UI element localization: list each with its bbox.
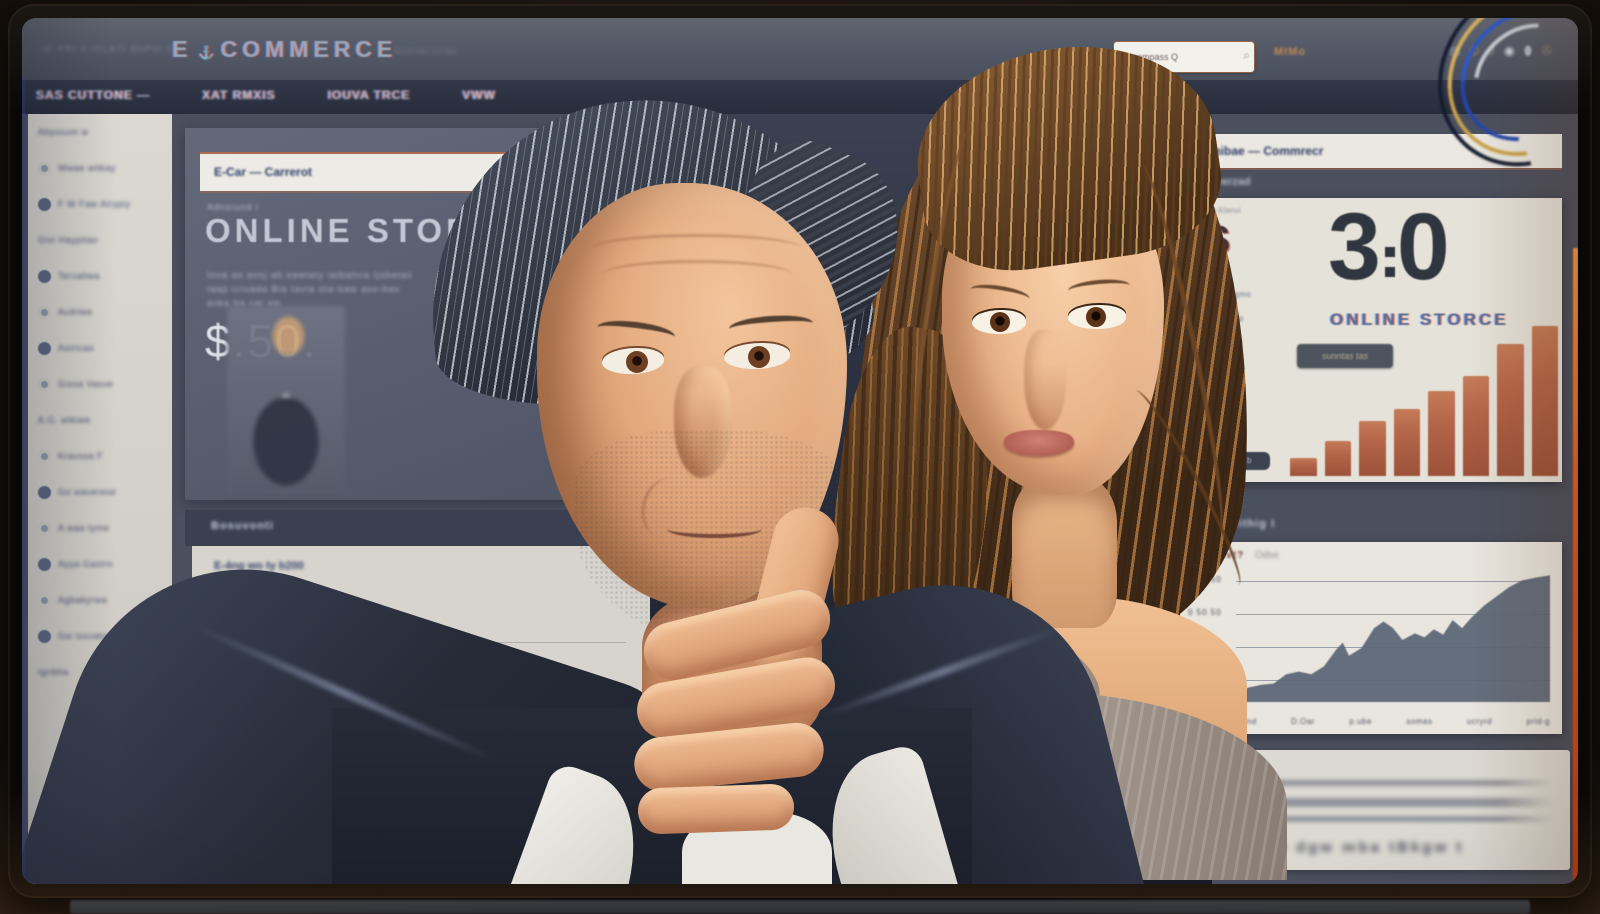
woman-eye-right: [1068, 305, 1126, 329]
pensive-man-illustration: [292, 48, 992, 880]
sidebar-item-label: Go waverese: [58, 487, 117, 497]
sidebar-item[interactable]: A waa tyme: [28, 510, 172, 546]
sidebar-item-icon: [38, 630, 51, 643]
x-axis-label: somas: [1406, 717, 1432, 726]
bar-chart-bar: [1463, 376, 1490, 476]
nav-item[interactable]: XAT RMXIS: [202, 88, 275, 102]
forehead-wrinkle: [602, 260, 792, 289]
topbar-left-blur-text: IE PRI A ISLATI BhPet Ul: [42, 44, 178, 55]
sidebar-item-icon: [38, 342, 51, 355]
sidebar-item[interactable]: Givi Haypitao: [28, 222, 172, 258]
sidebar-item[interactable]: A.G. wikiwe: [28, 402, 172, 438]
sidebar-item-label: Agbakyrwa: [58, 595, 107, 605]
x-axis-label: ucryrd: [1467, 717, 1492, 726]
sidebar-item-icon: [38, 198, 51, 211]
sidebar-item-icon: [38, 594, 51, 607]
eye-icon[interactable]: ◉: [1504, 44, 1515, 57]
bar-chart-bar: [1359, 421, 1386, 476]
sidebar-item[interactable]: F W Faw Airypiy: [28, 186, 172, 222]
x-axis-label: D.Oar: [1291, 717, 1315, 726]
sidebar-item-icon: [38, 306, 51, 319]
sidebar-item-label: A.G. wikiwe: [38, 415, 91, 425]
sidebar-item-icon: [38, 270, 51, 283]
monitor-screen: IE PRI A ISLATI BhPet Ul E⚓COMMERCE Giom…: [22, 18, 1578, 884]
bar-chart-bar: [1428, 391, 1455, 476]
left-edge-blue-accent: [22, 78, 25, 884]
x-axis-label: p.ube: [1349, 717, 1372, 726]
woman-neck: [1012, 478, 1117, 628]
sidebar-item[interactable]: Gissa Vasve: [28, 366, 172, 402]
sidebar-item-label: Gissa Vasve: [58, 379, 113, 389]
link-icon[interactable]: ∂: [1488, 44, 1494, 57]
monitor-bezel: IE PRI A ISLATI BhPet Ul E⚓COMMERCE Giom…: [8, 4, 1592, 898]
sidebar-item-label: Abyssum w: [38, 127, 89, 137]
bar-chart-bar: [1532, 326, 1559, 476]
sidebar-item-label: Avdrtee: [58, 307, 92, 317]
sidebar-item-label: Ayya Gastro: [58, 559, 113, 569]
man-hand-on-chin: [642, 578, 922, 868]
sidebar-item[interactable]: Asiricao: [28, 330, 172, 366]
right-edge-orange-accent: [1573, 248, 1578, 884]
sidebar-item-icon: [38, 522, 51, 535]
copyright-icon[interactable]: ©: [1470, 44, 1480, 57]
bar-chart-bar: [1290, 458, 1317, 476]
monitor-stand-base: [70, 900, 1530, 914]
sidebar-item-label: Wwae witkay: [58, 163, 116, 173]
bar-chart-bar: [1497, 344, 1524, 476]
sidebar-item-icon: [38, 558, 51, 571]
woman-nose: [1024, 330, 1066, 430]
sidebar-item[interactable]: Wwae witkay: [28, 150, 172, 186]
nav-item[interactable]: SAS CUTTONE —: [36, 88, 150, 102]
metric-separator: [1383, 209, 1397, 279]
sidebar-item[interactable]: Kravssa F: [28, 438, 172, 474]
sidebar-item[interactable]: Avdrtee: [28, 294, 172, 330]
sidebar-item-label: A waa tyme: [58, 523, 110, 533]
sidebar-item-icon: [38, 450, 51, 463]
forehead-wrinkle: [592, 234, 802, 263]
lock-icon[interactable]: ⬮: [1524, 44, 1532, 57]
sidebar-item[interactable]: Go waverese: [28, 474, 172, 510]
sidebar-item-icon: [38, 486, 51, 499]
bar-chart-bar: [1325, 441, 1352, 476]
app-title-pre: E: [172, 36, 192, 62]
sidebar-item[interactable]: Ayya Gastro: [28, 546, 172, 582]
sidebar-item-label: Givi Haypitao: [38, 235, 98, 245]
sidebar-item-label: Tervallwa: [58, 271, 100, 281]
brand-logo-icon: ⚓: [198, 45, 214, 60]
sidebar-item-label: F W Faw Airypiy: [58, 199, 131, 209]
woman-lips: [1004, 430, 1074, 456]
sidebar-item[interactable]: Tervallwa: [28, 258, 172, 294]
sidebar-item-icon: [38, 378, 51, 391]
sidebar-item-label: Igriblia: [38, 667, 69, 677]
area-chart-shape: [1236, 570, 1550, 702]
left-lower-strip-header: Bosuvonti: [211, 520, 274, 532]
bar-chart-bar: [1394, 409, 1421, 476]
sidebar-item-icon: [38, 162, 51, 175]
store-kicker: Adnsiund i: [207, 202, 259, 212]
globe-icon[interactable]: ◍: [1449, 44, 1460, 57]
sidebar-item[interactable]: Abyssum w: [28, 114, 172, 150]
topbar-icon-cluster: ◍ © ∂ ◉ ⬮ ✇: [1449, 44, 1552, 57]
finger: [637, 783, 795, 834]
growth-bar-chart: [1290, 276, 1558, 476]
area-chart-plot: [1236, 570, 1550, 702]
x-axis-label: prid-g: [1527, 717, 1550, 726]
sidebar-item-label: Kravssa F: [58, 451, 103, 461]
sidebar-item-label: Asiricao: [58, 343, 94, 353]
settings-icon[interactable]: ✇: [1541, 44, 1552, 57]
x-axis-labels: KondD.Oarp.ubesomasucryrdprid-g: [1236, 717, 1550, 726]
